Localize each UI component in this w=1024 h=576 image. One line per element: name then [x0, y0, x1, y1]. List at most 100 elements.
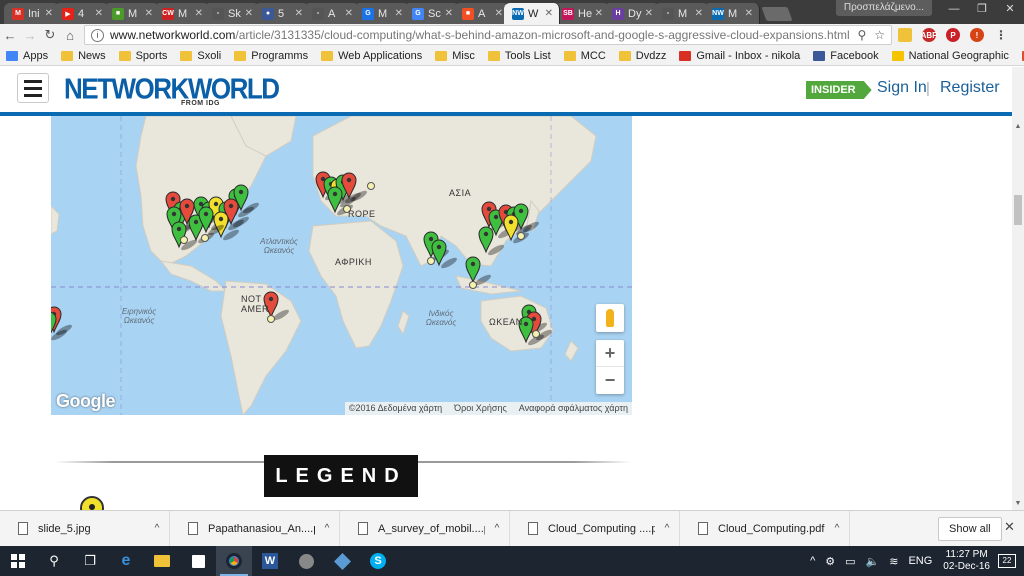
extension-settings-icon[interactable]: ! [966, 27, 988, 43]
browser-tab[interactable]: ▫ Sk ✕ [204, 3, 260, 24]
browser-tab[interactable]: ▶ 4 ✕ [54, 3, 110, 24]
show-hidden-icons-chevron-icon[interactable]: ^ [810, 555, 815, 567]
start-windows-icon[interactable] [0, 546, 36, 576]
minimize-button[interactable]: — [940, 0, 968, 18]
map-location-dot[interactable] [469, 281, 477, 289]
bookmark-national-geographic[interactable]: National Geographic [891, 50, 1009, 62]
skype-icon[interactable]: S [360, 546, 396, 576]
address-bar[interactable]: i www.networkworld.com /article/3131335/… [84, 25, 892, 45]
download-item[interactable]: Cloud_Computing ....pdf ^ [510, 510, 680, 547]
tab-close-icon[interactable]: ✕ [595, 8, 603, 19]
browser-tab[interactable]: ■ M ✕ [104, 3, 160, 24]
edge-browser-icon[interactable]: e [108, 546, 144, 576]
download-options-chevron-icon[interactable]: ^ [315, 523, 339, 534]
google-logo[interactable]: Google [56, 391, 116, 412]
browser-tab[interactable]: G M ✕ [354, 3, 410, 24]
tab-close-icon[interactable]: ✕ [645, 8, 653, 19]
bookmark-sxoli[interactable]: Sxoli [180, 50, 221, 62]
battery-icon[interactable]: ▭ [845, 555, 855, 568]
browser-tab[interactable]: H Dy ✕ [604, 3, 660, 24]
bookmark-facebook[interactable]: Facebook [813, 50, 879, 62]
close-downloads-icon[interactable]: ✕ [1004, 519, 1015, 535]
browser-tab[interactable]: ■ A ✕ [454, 3, 510, 24]
action-center-notification-icon[interactable]: 22 [998, 554, 1016, 568]
site-info-icon[interactable]: i [91, 28, 104, 42]
reload-button[interactable]: ↻ [40, 27, 60, 43]
bookmark-news[interactable]: News [61, 50, 106, 62]
bookmark-programms[interactable]: Programms [234, 50, 308, 62]
task-view-icon[interactable]: ❐ [72, 546, 108, 576]
browser-tab[interactable]: NW W ✕ [504, 3, 560, 24]
chrome-menu-icon[interactable]: ⋮ [990, 27, 1012, 43]
download-item[interactable]: slide_5.jpg ^ [0, 510, 170, 547]
tab-close-icon[interactable]: ✕ [445, 8, 453, 19]
tab-close-icon[interactable]: ✕ [545, 8, 553, 19]
home-button[interactable]: ⌂ [60, 28, 80, 43]
wifi-icon[interactable]: ≋ [889, 555, 898, 568]
map-location-dot[interactable] [180, 236, 188, 244]
bookmark-dvdzz[interactable]: Dvdzz [618, 50, 666, 62]
bookmark-mcc[interactable]: MCC [563, 50, 606, 62]
scrollbar-thumb[interactable] [1014, 195, 1022, 225]
register-link[interactable]: Register [940, 79, 1000, 97]
bookmark-misc[interactable]: Misc [435, 50, 475, 62]
bookmark-apps[interactable]: Apps [6, 50, 48, 62]
map-pin-green-icon[interactable] [51, 311, 57, 337]
profile-button[interactable]: Προσπελάζμενο... [835, 0, 932, 16]
browser-tab[interactable]: ▫ M ✕ [654, 3, 710, 24]
extension-adblock-icon[interactable]: ABP [918, 27, 940, 43]
insider-badge[interactable]: INSIDER [806, 81, 872, 99]
download-options-chevron-icon[interactable]: ^ [145, 523, 169, 534]
tab-close-icon[interactable]: ✕ [245, 8, 253, 19]
street-view-pegman-icon[interactable] [596, 304, 624, 332]
menu-hamburger-icon[interactable] [17, 73, 49, 103]
browser-tab[interactable]: SB He ✕ [554, 3, 610, 24]
tab-close-icon[interactable]: ✕ [45, 8, 53, 19]
maximize-button[interactable]: ❐ [968, 0, 996, 18]
browser-tab[interactable]: ● 5 ✕ [254, 3, 310, 24]
sign-in-link[interactable]: Sign In [877, 79, 927, 97]
browser-tab[interactable]: G Sc ✕ [404, 3, 460, 24]
map-location-dot[interactable] [367, 182, 375, 190]
download-item[interactable]: Papathanasiou_An....pdf^ [170, 510, 340, 547]
download-options-chevron-icon[interactable]: ^ [825, 523, 849, 534]
media-app-icon[interactable] [288, 546, 324, 576]
tab-close-icon[interactable]: ✕ [745, 8, 753, 19]
map-terms-link[interactable]: Όροι Χρήσης [454, 402, 507, 415]
tab-close-icon[interactable]: ✕ [695, 8, 703, 19]
tab-close-icon[interactable]: ✕ [295, 8, 303, 19]
zoom-in-button[interactable]: + [596, 340, 624, 367]
tab-close-icon[interactable]: ✕ [95, 8, 103, 19]
language-indicator[interactable]: ENG [908, 555, 932, 567]
download-item[interactable]: Cloud_Computing.pdf ^ [680, 510, 850, 547]
bookmark-star-icon[interactable]: ☆ [874, 28, 885, 42]
browser-tab[interactable]: NW M ✕ [704, 3, 760, 24]
map-location-dot[interactable] [267, 315, 275, 323]
file-explorer-icon[interactable] [144, 546, 180, 576]
chrome-taskbar-icon[interactable] [216, 546, 252, 576]
map-location-dot[interactable] [517, 232, 525, 240]
extension-pinterest-icon[interactable]: P [942, 27, 964, 43]
volume-icon[interactable]: 🔈 [866, 555, 880, 568]
bookmark-tools-list[interactable]: Tools List [487, 50, 551, 62]
zoom-out-button[interactable]: − [596, 367, 624, 394]
forward-button[interactable]: → [20, 28, 40, 43]
network-status-icon[interactable]: ⚙ [825, 555, 835, 568]
word-taskbar-icon[interactable]: W [252, 546, 288, 576]
download-options-chevron-icon[interactable]: ^ [485, 523, 509, 534]
bookmark-web-applications[interactable]: Web Applications [321, 50, 422, 62]
browser-tab[interactable]: ▫ A ✕ [304, 3, 360, 24]
download-item[interactable]: A_survey_of_mobil....pdf^ [340, 510, 510, 547]
close-window-button[interactable]: ✕ [996, 0, 1024, 18]
download-options-chevron-icon[interactable]: ^ [655, 523, 679, 534]
new-tab-button[interactable] [761, 7, 793, 21]
page-scrollbar[interactable]: ▲ ▼ [1012, 67, 1024, 510]
tab-close-icon[interactable]: ✕ [145, 8, 153, 19]
map-report-error-link[interactable]: Αναφορά σφάλματος χάρτη [519, 402, 628, 415]
store-icon[interactable] [180, 546, 216, 576]
bookmark-gmail-inbox-nikola[interactable]: Gmail - Inbox - nikola [679, 50, 800, 62]
scroll-up-arrow-icon[interactable]: ▲ [1012, 121, 1024, 133]
bookmark-sports[interactable]: Sports [118, 50, 167, 62]
map-location-dot[interactable] [532, 330, 540, 338]
scroll-down-arrow-icon[interactable]: ▼ [1012, 498, 1024, 510]
